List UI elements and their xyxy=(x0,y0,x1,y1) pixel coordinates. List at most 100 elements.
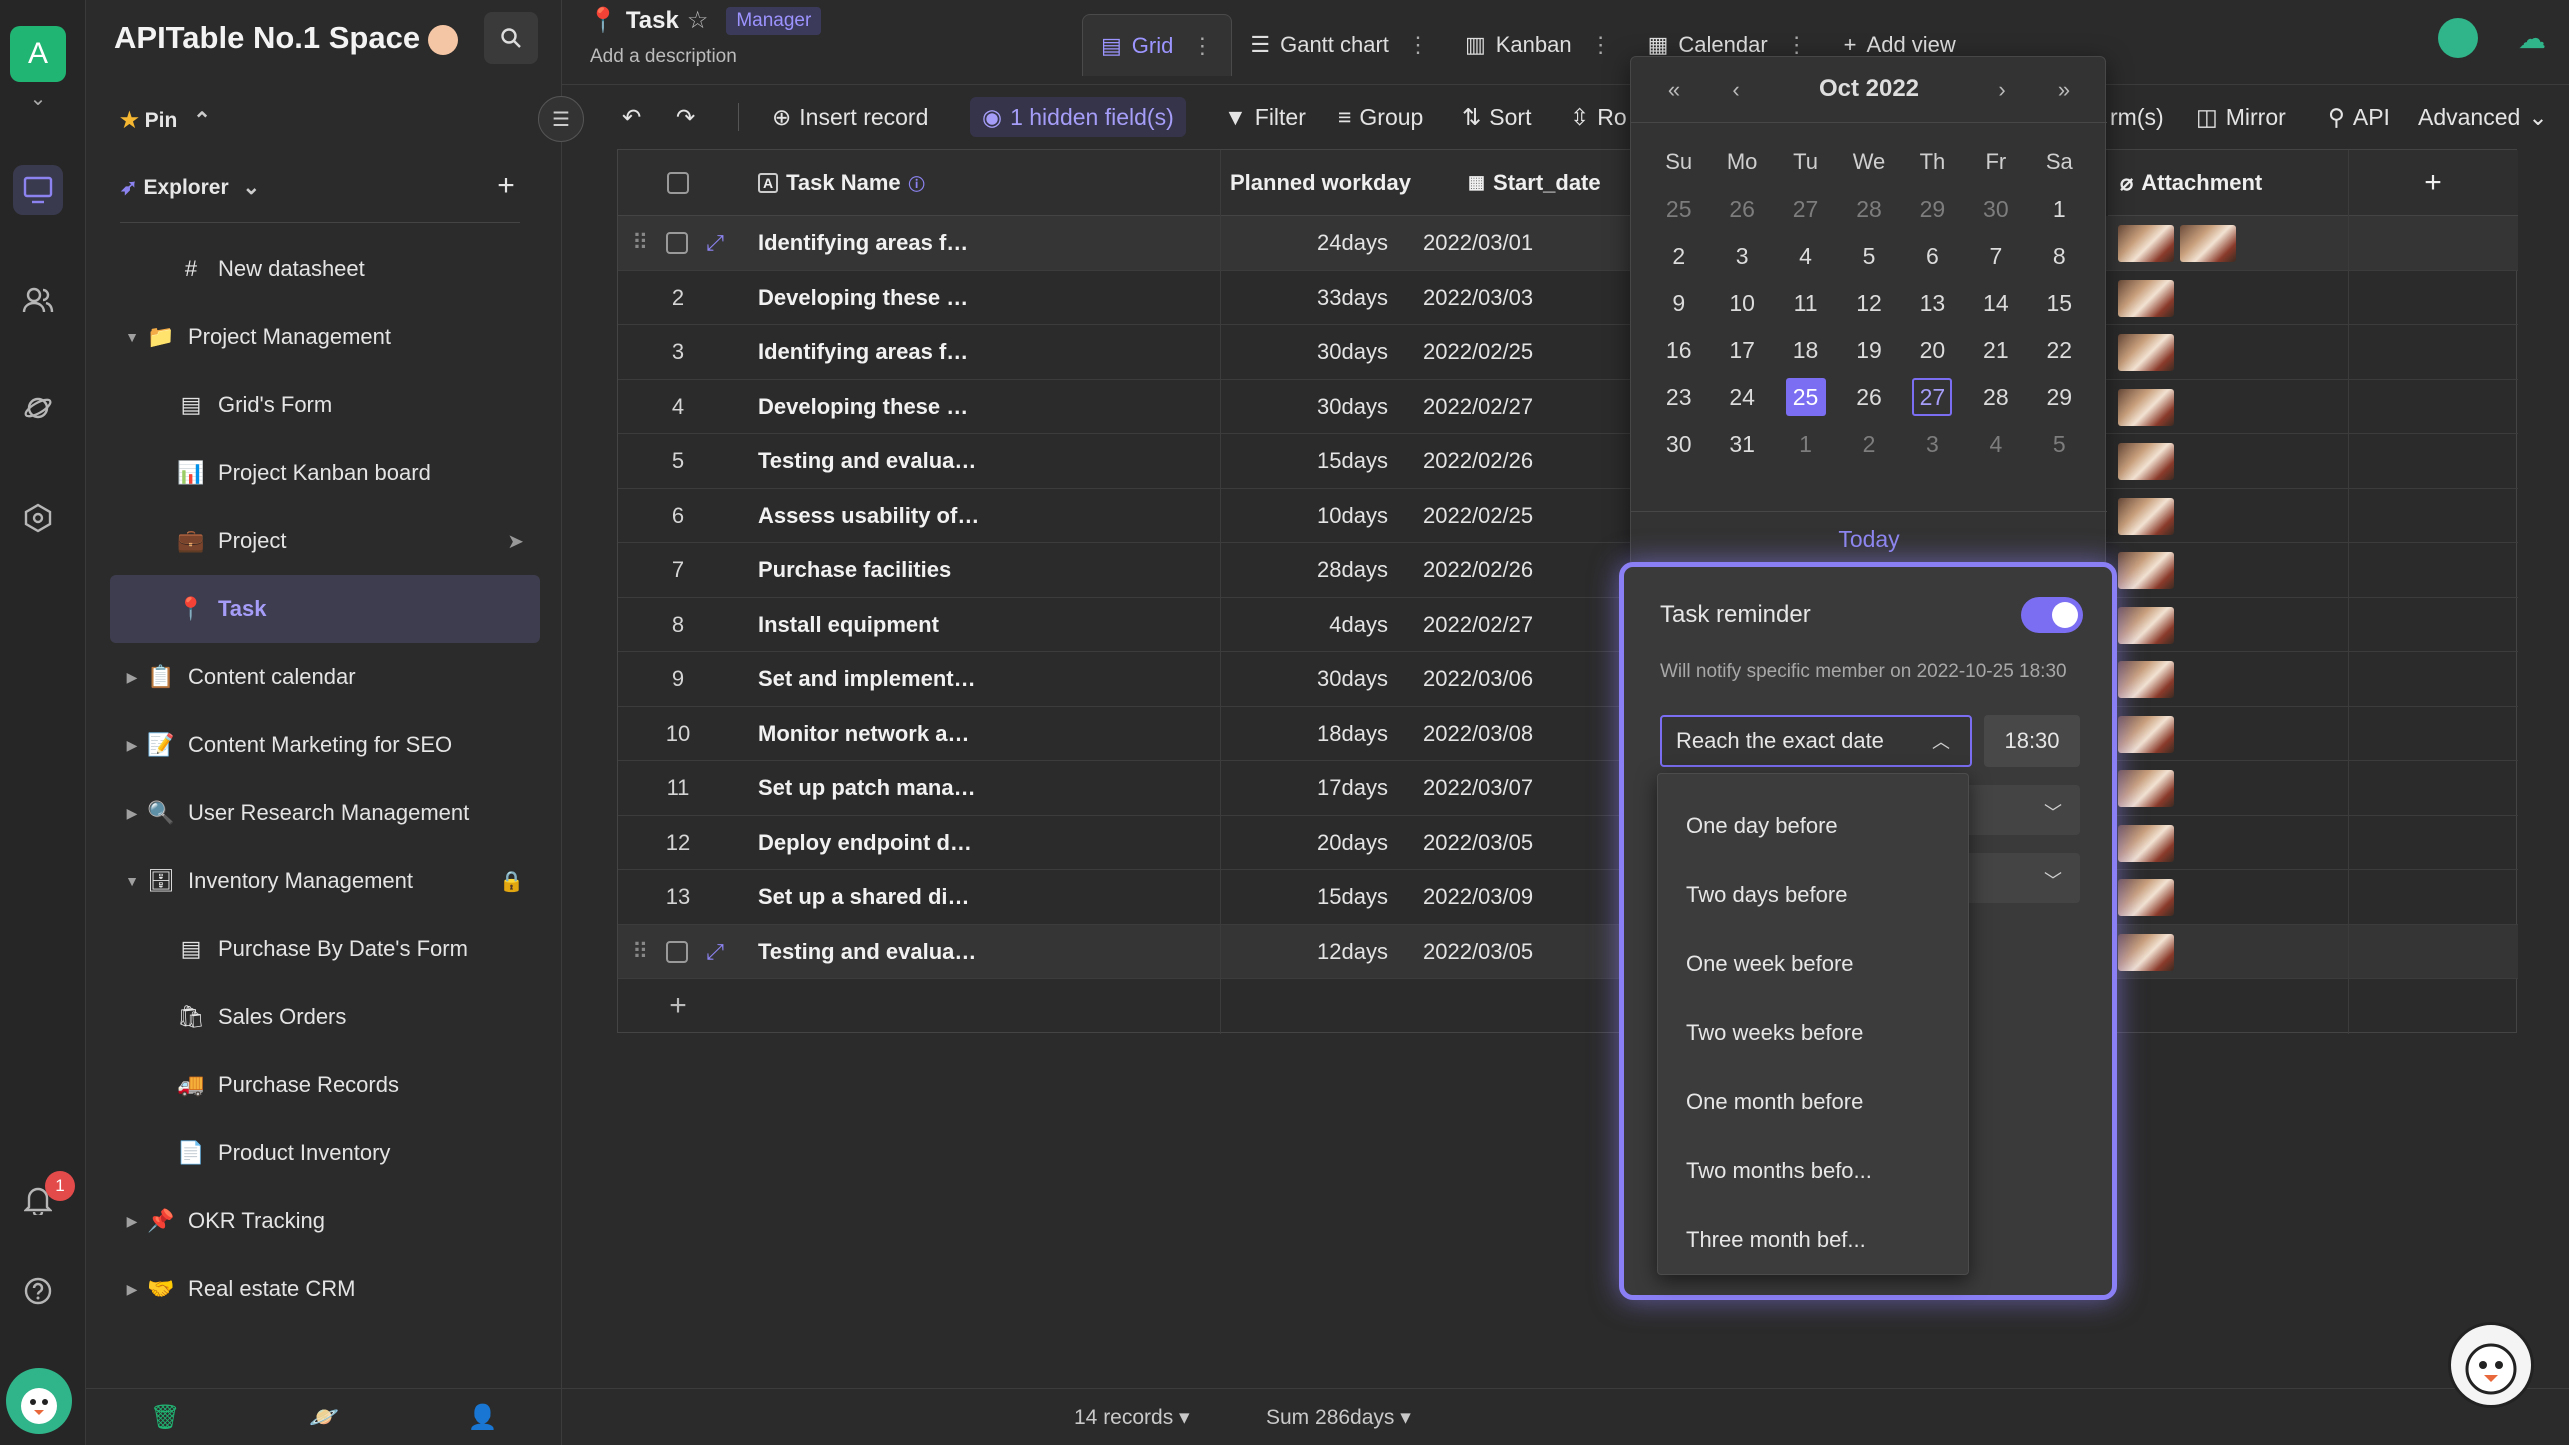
calendar-day[interactable]: 29 xyxy=(2028,378,2091,416)
cell-planned-workday[interactable]: 20days xyxy=(1218,816,1388,870)
calendar-day[interactable]: 19 xyxy=(1837,331,1900,369)
calendar-day[interactable]: 28 xyxy=(1837,190,1900,228)
sidebar-item[interactable]: ▼ 🗄 Inventory Management 🔒 xyxy=(110,847,540,915)
chevron-down-icon[interactable]: ⌄ xyxy=(26,86,50,110)
planet-icon[interactable]: 🪐 xyxy=(304,1397,344,1437)
cell-planned-workday[interactable]: 28days xyxy=(1218,543,1388,597)
cell-attachment[interactable] xyxy=(2118,497,2174,535)
collapsed-caret-icon[interactable]: ▶ xyxy=(120,1213,144,1230)
cell-task-name[interactable]: Identifying areas for modification in ex… xyxy=(738,216,980,270)
records-count[interactable]: 14 records ▾ xyxy=(1074,1405,1190,1430)
row-index[interactable]: 8 xyxy=(618,598,738,652)
expand-record-icon[interactable]: ⤢ xyxy=(706,939,724,965)
view-tab[interactable]: ☰ Gantt chart ⋮ xyxy=(1232,14,1447,76)
cell-planned-workday[interactable]: 12days xyxy=(1218,925,1388,979)
attachment-thumbnail[interactable] xyxy=(2180,225,2236,262)
row-checkbox[interactable] xyxy=(666,232,689,254)
favorite-star-icon[interactable]: ☆ xyxy=(687,6,709,35)
cell-attachment[interactable] xyxy=(2118,334,2174,371)
row-index[interactable]: 2 xyxy=(618,271,738,325)
calendar-day[interactable]: 8 xyxy=(2028,237,2091,275)
form-button[interactable]: rm(s) xyxy=(2110,97,2164,137)
cell-task-name[interactable]: Testing and evaluating new programs xyxy=(738,925,980,979)
calendar-day[interactable]: 14 xyxy=(1964,284,2027,322)
row-index[interactable]: ⠿ ⤢ xyxy=(618,216,738,270)
table-row[interactable]: 11 Set up patch management systems 17days 2… xyxy=(618,761,2518,816)
calendar-day[interactable]: 15 xyxy=(2028,284,2091,322)
calendar-day[interactable]: 16 xyxy=(1647,331,1710,369)
help-icon[interactable] xyxy=(13,1266,63,1316)
calendar-day[interactable]: 20 xyxy=(1901,331,1964,369)
table-row[interactable]: 4 Developing these modification 30days 2022… xyxy=(618,380,2518,434)
calendar-day[interactable]: 6 xyxy=(1901,237,1964,275)
cell-start-date[interactable]: 2022/02/26 xyxy=(1423,543,1593,597)
more-options-icon[interactable]: ⋮ xyxy=(1407,32,1429,58)
cell-planned-workday[interactable]: 4days xyxy=(1218,598,1388,652)
calendar-day-selected[interactable]: 25 xyxy=(1785,378,1826,416)
table-row[interactable]: ⠿⤢Testing and evaluating new programs12d… xyxy=(618,924,2518,979)
today-button[interactable]: Today xyxy=(1631,511,2107,567)
table-row[interactable]: 10 Monitor network and application perfor… xyxy=(618,707,2518,761)
calendar-day[interactable]: 4 xyxy=(1964,425,2027,463)
cell-start-date[interactable]: 2022/03/06 xyxy=(1423,652,1593,706)
cell-task-name[interactable]: Set up a shared disaster recovery/busine… xyxy=(738,870,980,924)
share-cloud-icon[interactable]: ☁ xyxy=(2510,16,2554,60)
expanded-caret-icon[interactable]: ▼ xyxy=(120,329,144,345)
calendar-day[interactable]: 17 xyxy=(1710,331,1773,369)
trash-icon[interactable]: 🗑 xyxy=(145,1397,185,1437)
more-options-icon[interactable]: ⋮ xyxy=(1786,32,1808,58)
search-icon[interactable] xyxy=(484,12,538,64)
drag-handle-icon[interactable]: ⠿ xyxy=(632,230,648,256)
attachment-thumbnail[interactable] xyxy=(2118,933,2174,971)
collapsed-caret-icon[interactable]: ▶ xyxy=(120,805,144,822)
calendar-day[interactable]: 3 xyxy=(1901,425,1964,463)
description-field[interactable]: Add a description xyxy=(590,46,737,68)
sort-button[interactable]: ⇅ Sort xyxy=(1462,97,1531,137)
cell-planned-workday[interactable]: 33days xyxy=(1218,271,1388,325)
calendar-day[interactable]: 2 xyxy=(1647,237,1710,275)
cell-start-date[interactable]: 2022/03/07 xyxy=(1423,761,1593,815)
attachment-thumbnail[interactable] xyxy=(2118,279,2174,317)
calendar-day[interactable]: 23 xyxy=(1647,378,1710,416)
dropdown-option[interactable]: Two weeks before xyxy=(1658,999,1968,1067)
table-row[interactable]: 12 Deploy endpoint detection and preventi… xyxy=(618,816,2518,870)
dropdown-option[interactable]: Three month bef... xyxy=(1658,1206,1968,1274)
insert-record-button[interactable]: ⊕ Insert record xyxy=(772,97,928,137)
expanded-caret-icon[interactable]: ▼ xyxy=(120,873,144,889)
row-index[interactable]: 12 xyxy=(618,816,738,870)
sidebar-item[interactable]: ▶ 📋 Content calendar xyxy=(110,643,540,711)
cell-task-name[interactable]: Set up patch management systems xyxy=(738,761,980,815)
collaborator-avatar[interactable] xyxy=(2438,18,2478,58)
calendar-day[interactable]: 2 xyxy=(1837,425,1900,463)
calendar-day[interactable]: 5 xyxy=(2028,425,2091,463)
calendar-day[interactable]: 30 xyxy=(1647,425,1710,463)
calendar-day[interactable]: 29 xyxy=(1901,190,1964,228)
cell-attachment[interactable] xyxy=(2118,770,2174,807)
row-index[interactable]: 4 xyxy=(618,380,738,434)
cell-task-name[interactable]: Install equipment xyxy=(738,598,980,652)
month-label[interactable]: Oct 2022 xyxy=(1631,75,2107,103)
cell-start-date[interactable]: 2022/02/25 xyxy=(1423,325,1593,379)
mirror-button[interactable]: ◫ Mirror xyxy=(2196,97,2286,137)
attachment-thumbnail[interactable] xyxy=(2118,770,2174,807)
table-row[interactable]: 13 Set up a shared disaster recovery/busi… xyxy=(618,870,2518,925)
row-index[interactable]: 9 xyxy=(618,652,738,706)
calendar-day[interactable]: 12 xyxy=(1837,284,1900,322)
datasheet-name[interactable]: Task xyxy=(626,7,679,35)
members-icon[interactable] xyxy=(13,275,63,325)
sidebar-item[interactable]: ▶ 📌 OKR Tracking xyxy=(110,1187,540,1255)
cell-start-date[interactable]: 2022/03/05 xyxy=(1423,925,1593,979)
frozen-column-divider[interactable] xyxy=(1220,150,1221,1034)
table-row[interactable]: 3 Identifying areas for modification in e… xyxy=(618,325,2518,380)
calendar-day[interactable]: 1 xyxy=(2028,190,2091,228)
calendar-day[interactable]: 7 xyxy=(1964,237,2027,275)
column-header-task-name[interactable]: A Task Name ⓘ xyxy=(738,150,1220,216)
calendar-day[interactable]: 5 xyxy=(1837,237,1900,275)
collapsed-caret-icon[interactable]: ▶ xyxy=(120,1281,144,1298)
cell-planned-workday[interactable]: 10days xyxy=(1218,489,1388,543)
attachment-thumbnail[interactable] xyxy=(2118,388,2174,426)
cell-planned-workday[interactable]: 15days xyxy=(1218,870,1388,924)
view-tab[interactable]: ▥ Kanban ⋮ xyxy=(1447,14,1630,76)
collapsed-caret-icon[interactable]: ▶ xyxy=(120,737,144,754)
cell-task-name[interactable]: Deploy endpoint detection and prevention xyxy=(738,816,980,870)
